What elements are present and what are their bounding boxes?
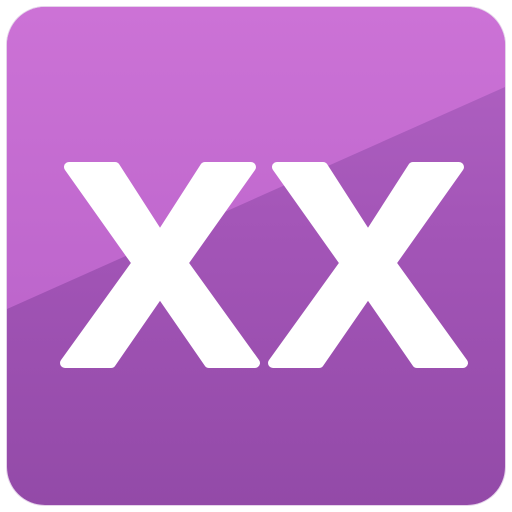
app-icon[interactable]: XX xyxy=(7,7,505,505)
xx-glyph xyxy=(60,162,468,368)
